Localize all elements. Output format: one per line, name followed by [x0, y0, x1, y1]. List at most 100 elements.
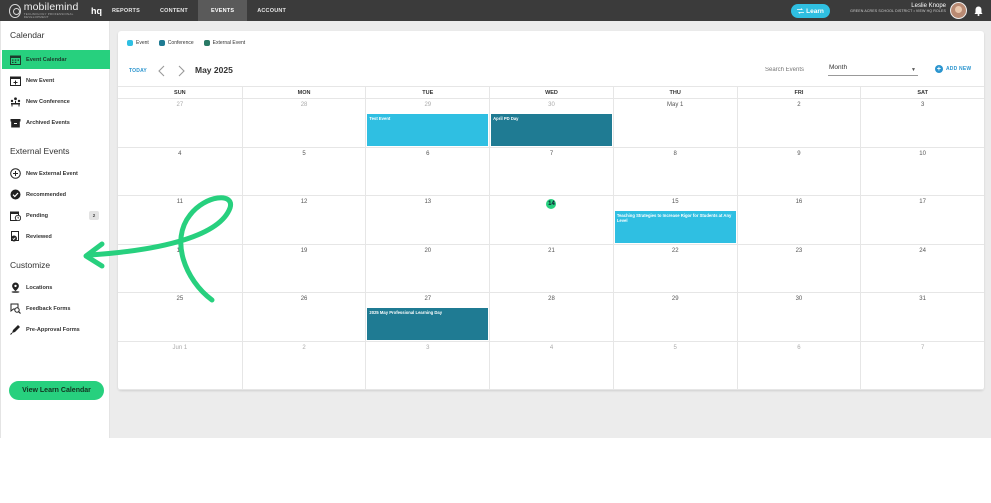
conference-icon: [10, 96, 21, 107]
chevron-right-icon[interactable]: [176, 65, 186, 77]
brand-hq: hq: [91, 5, 102, 16]
learn-button[interactable]: Learn: [791, 4, 830, 18]
sidebar-item-event-calendar[interactable]: Event Calendar: [2, 50, 110, 69]
switch-icon: [797, 8, 805, 14]
calendar-day-cell[interactable]: 9: [736, 147, 861, 195]
sidebar-item-pending[interactable]: Pending 2: [1, 206, 109, 225]
calendar-day-cell[interactable]: 12: [241, 196, 366, 244]
calendar-day-cell[interactable]: 3: [860, 99, 984, 147]
sidebar-item-label: Recommended: [26, 191, 67, 198]
view-learn-calendar-button[interactable]: View Learn Calendar: [9, 381, 104, 400]
calendar-day-cell[interactable]: 27 2025 May Professional Learning Day: [365, 293, 489, 341]
calendar-day-cell[interactable]: 4: [489, 341, 613, 389]
legend-label: Event: [136, 40, 149, 46]
legend: Event Conference External Event: [127, 40, 245, 46]
calendar-day-cell[interactable]: 2: [241, 341, 366, 389]
calendar-event[interactable]: April PD Day: [491, 114, 612, 146]
brand-logo[interactable]: mobilemind TECHNOLOGY PROFESSIONAL DEVEL…: [0, 2, 102, 20]
sidebar-item-recommended[interactable]: Recommended: [1, 185, 109, 204]
sidebar-item-label: Feedback Forms: [26, 305, 71, 312]
nav-account[interactable]: ACCOUNT: [247, 0, 296, 21]
day-number: 29: [424, 102, 432, 108]
calendar-day-cell[interactable]: Jun 1: [118, 342, 242, 390]
calendar-day-cell[interactable]: 25: [118, 293, 242, 341]
nav-reports[interactable]: REPORTS: [102, 0, 150, 21]
calendar-day-cell[interactable]: 6: [365, 147, 489, 195]
calendar-day-cell[interactable]: 31: [860, 293, 984, 341]
calendar-day-cell[interactable]: 27: [118, 99, 242, 147]
calendar-day-cell[interactable]: 22: [612, 244, 737, 292]
main-area: Event Conference External Event TODAY Ma…: [110, 21, 991, 438]
calendar-day-cell[interactable]: 13: [365, 196, 489, 244]
nav-events[interactable]: EVENTS: [197, 0, 248, 21]
calendar-day-cell[interactable]: 2: [736, 99, 861, 147]
day-of-week-fri: FRI: [736, 87, 861, 99]
day-number: 27: [424, 296, 432, 302]
calendar-day-cell[interactable]: 26: [241, 293, 366, 341]
day-number: 7: [549, 150, 554, 157]
sidebar-item-new-conference[interactable]: New Conference: [1, 92, 109, 111]
calendar-event[interactable]: Teaching Strategies to Increase Rigor fo…: [614, 211, 736, 243]
day-number: 7: [920, 344, 925, 351]
sidebar-item-reviewed[interactable]: Reviewed: [1, 227, 109, 246]
today-indicator: 14: [546, 199, 557, 209]
calendar-day-cell[interactable]: 11: [118, 196, 242, 244]
calendar-day-cell[interactable]: 5: [241, 147, 366, 195]
calendar-day-cell[interactable]: 17: [860, 196, 984, 244]
sidebar-heading-calendar: Calendar: [10, 30, 45, 40]
sidebar-item-label: Pending: [26, 212, 49, 219]
calendar-day-cell[interactable]: 29 Test Event: [365, 99, 489, 147]
location-pin-icon: [10, 282, 21, 293]
sidebar-item-label: Reviewed: [26, 233, 52, 240]
sidebar-item-locations[interactable]: Locations: [1, 278, 109, 297]
calendar-day-cell[interactable]: May 1: [612, 99, 737, 147]
legend-item-external-event: External Event: [203, 40, 245, 46]
calendar-day-cell[interactable]: 24: [860, 244, 984, 292]
sidebar-item-new-event[interactable]: New Event: [1, 71, 109, 90]
calendar-day-cell[interactable]: 29: [612, 293, 737, 341]
calendar-day-cell[interactable]: 7: [489, 147, 613, 195]
calendar-day-cell[interactable]: 15 Teaching Strategies to Increase Rigor …: [612, 196, 737, 244]
calendar-day-cell[interactable]: 23: [736, 244, 861, 292]
calendar-day-cell[interactable]: 7: [860, 341, 984, 389]
nav-content[interactable]: CONTENT: [150, 0, 198, 21]
calendar-day-cell[interactable]: 28: [489, 293, 613, 341]
avatar[interactable]: [950, 2, 967, 19]
archive-icon: [10, 117, 21, 128]
user-info[interactable]: Leslie Knope GREEN ACRES SCHOOL DISTRICT…: [836, 3, 946, 14]
calendar-day-cell[interactable]: 3: [365, 341, 489, 389]
calendar-day-cell[interactable]: 28: [241, 99, 366, 147]
search-events-input[interactable]: [765, 64, 815, 76]
calendar-day-cell[interactable]: 21: [489, 244, 613, 292]
day-number: 26: [300, 296, 308, 302]
view-select[interactable]: Month ▼: [828, 64, 918, 76]
calendar-day-cell[interactable]: 5: [612, 341, 737, 389]
day-number: 9: [797, 150, 801, 157]
sidebar-item-pre-approval-forms[interactable]: Pre-Approval Forms: [1, 320, 109, 339]
sidebar-item-archived-events[interactable]: Archived Events: [1, 113, 109, 132]
today-button[interactable]: TODAY: [129, 68, 147, 74]
calendar-event[interactable]: Test Event: [367, 114, 489, 146]
calendar-event[interactable]: 2025 May Professional Learning Day: [367, 308, 489, 340]
sidebar-item-new-external-event[interactable]: New External Event: [1, 164, 109, 183]
chevron-left-icon[interactable]: [157, 65, 167, 77]
day-number: 18: [176, 247, 184, 254]
calendar-day-cell[interactable]: 4: [118, 148, 242, 196]
calendar-day-cell[interactable]: 20: [365, 244, 489, 292]
calendar-day-cell[interactable]: 16: [736, 196, 861, 244]
sidebar-item-label: Event Calendar: [26, 56, 67, 63]
calendar-day-cell[interactable]: 10: [860, 147, 984, 195]
calendar-day-cell[interactable]: 18: [118, 245, 242, 293]
calendar-day-cell[interactable]: 8: [612, 147, 737, 195]
calendar-day-cell[interactable]: 14: [489, 196, 613, 244]
calendar-day-cell[interactable]: 30: [736, 293, 861, 341]
learn-button-label: Learn: [806, 7, 824, 15]
sidebar-item-feedback-forms[interactable]: Feedback Forms: [1, 299, 109, 318]
calendar-day-cell[interactable]: 6: [736, 341, 861, 389]
add-new-button[interactable]: + ADD NEW: [935, 65, 971, 73]
day-number: 31: [919, 296, 926, 302]
calendar-day-cell[interactable]: 30 April PD Day: [489, 99, 613, 147]
calendar-day-cell[interactable]: 19: [241, 244, 366, 292]
day-number: 13: [424, 199, 432, 205]
bell-icon[interactable]: [974, 6, 983, 16]
